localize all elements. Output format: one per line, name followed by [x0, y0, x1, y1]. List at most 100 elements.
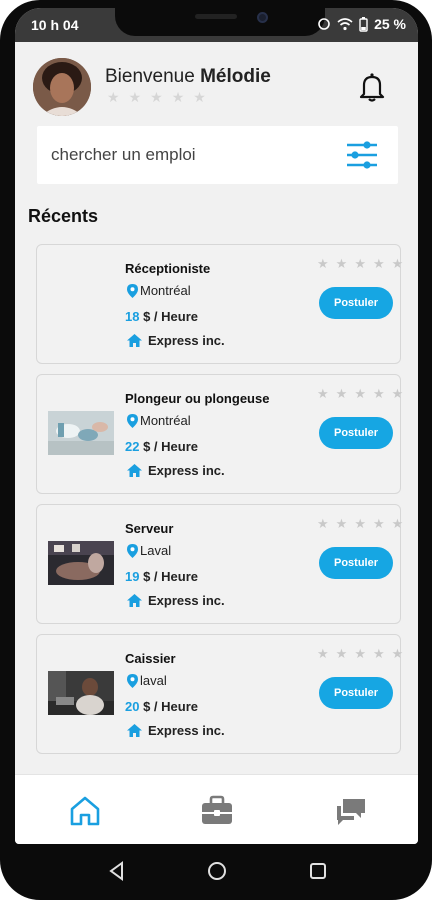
- job-title: Plongeur ou plongeuse: [125, 391, 270, 406]
- job-card[interactable]: Serveur Laval 19 $ / Heure Express inc. …: [36, 504, 403, 624]
- job-title: Serveur: [125, 521, 174, 536]
- company-name: Express inc.: [148, 463, 225, 478]
- pay-unit: $ / Heure: [143, 569, 199, 584]
- job-card[interactable]: Réceptioniste Montréal 18 $ / Heure Expr…: [36, 244, 403, 364]
- star-icon: ★: [335, 386, 348, 401]
- star-icon: ★: [107, 89, 120, 105]
- star-icon: ★: [354, 646, 366, 661]
- job-title: Caissier: [125, 651, 176, 666]
- star-icon: ★: [391, 646, 404, 661]
- job-company: Express inc.: [127, 723, 225, 738]
- star-icon: ★: [150, 89, 163, 105]
- system-nav-bar: [0, 846, 432, 896]
- star-icon: ★: [317, 256, 329, 271]
- star-icon: ★: [354, 256, 366, 271]
- home-icon: [127, 334, 142, 347]
- star-icon: ★: [193, 89, 206, 105]
- location-pin-icon: [127, 673, 138, 688]
- wifi-icon: [337, 18, 353, 31]
- job-pay: 22 $ / Heure: [125, 439, 198, 454]
- job-location-text: Montréal: [140, 413, 191, 428]
- job-title: Réceptioniste: [125, 261, 211, 276]
- job-company: Express inc.: [127, 593, 225, 608]
- apply-button[interactable]: Postuler: [319, 417, 393, 449]
- pay-unit: $ / Heure: [143, 699, 199, 714]
- pay-unit: $ / Heure: [143, 439, 199, 454]
- pay-amount: 19: [125, 569, 140, 584]
- apply-button[interactable]: Postuler: [319, 547, 393, 579]
- star-icon: ★: [372, 646, 385, 661]
- recent-section-title: Récents: [28, 206, 99, 226]
- avatar[interactable]: [33, 58, 91, 116]
- greeting-text: Bienvenue: [105, 66, 195, 87]
- filter-icon[interactable]: [345, 139, 379, 171]
- star-icon: ★: [335, 256, 348, 271]
- location-pin-icon: [127, 543, 138, 558]
- job-location: Laval: [127, 543, 171, 558]
- star-icon: ★: [354, 386, 366, 401]
- apply-button[interactable]: Postuler: [319, 677, 393, 709]
- pay-amount: 20: [125, 699, 140, 714]
- chat-icon[interactable]: [333, 793, 369, 829]
- home-button-icon[interactable]: [206, 860, 228, 882]
- job-card[interactable]: Caissier laval 20 $ / Heure Express inc.…: [36, 634, 403, 754]
- star-icon: ★: [317, 516, 329, 531]
- company-name: Express inc.: [148, 333, 225, 348]
- job-rating: ★ ★ ★ ★ ★: [317, 257, 403, 271]
- company-name: Express inc.: [148, 723, 225, 738]
- pay-amount: 22: [125, 439, 140, 454]
- star-icon: ★: [317, 646, 329, 661]
- app-screen: 10 h 04 25 % Bienvenue Mélodie ★ ★ ★ ★ ★…: [15, 8, 418, 844]
- status-time: 10 h 04: [31, 17, 79, 33]
- speaker-grille: [195, 14, 237, 19]
- job-location-text: laval: [140, 673, 167, 688]
- user-name: Mélodie: [200, 66, 271, 87]
- job-pay: 19 $ / Heure: [125, 569, 198, 584]
- star-icon: ★: [372, 256, 385, 271]
- home-icon: [127, 594, 142, 607]
- camera-notch: [115, 8, 325, 36]
- star-icon: ★: [391, 256, 404, 271]
- phone-frame: 10 h 04 25 % Bienvenue Mélodie ★ ★ ★ ★ ★…: [0, 0, 432, 900]
- job-location-text: Montréal: [140, 283, 191, 298]
- greeting: Bienvenue Mélodie: [105, 66, 271, 88]
- location-pin-icon: [127, 283, 138, 298]
- job-location-text: Laval: [140, 543, 172, 558]
- briefcase-icon[interactable]: [199, 793, 235, 829]
- job-rating: ★ ★ ★ ★ ★: [317, 647, 403, 661]
- search-bar: [37, 126, 398, 184]
- bell-icon[interactable]: [355, 70, 389, 104]
- job-pay: 20 $ / Heure: [125, 699, 198, 714]
- job-location: Montréal: [127, 413, 191, 428]
- home-icon: [127, 464, 142, 477]
- star-icon: ★: [372, 386, 385, 401]
- front-camera: [257, 12, 268, 23]
- job-rating: ★ ★ ★ ★ ★: [317, 387, 403, 401]
- star-icon: ★: [372, 516, 385, 531]
- back-icon[interactable]: [106, 860, 128, 882]
- star-icon: ★: [128, 89, 142, 105]
- job-thumbnail: [48, 541, 114, 585]
- battery-level: 25 %: [374, 16, 406, 32]
- apply-button[interactable]: Postuler: [319, 287, 393, 319]
- battery-icon: [359, 16, 368, 32]
- alarm-icon: [318, 18, 330, 30]
- job-pay: 18 $ / Heure: [125, 309, 198, 324]
- search-input[interactable]: [51, 142, 331, 168]
- company-name: Express inc.: [148, 593, 225, 608]
- job-company: Express inc.: [127, 463, 225, 478]
- star-icon: ★: [354, 516, 366, 531]
- location-pin-icon: [127, 413, 138, 428]
- recents-icon[interactable]: [307, 860, 329, 882]
- job-thumbnail: [48, 671, 114, 715]
- job-location: laval: [127, 673, 167, 688]
- bottom-nav: [15, 774, 418, 844]
- pay-amount: 18: [125, 309, 140, 324]
- job-rating: ★ ★ ★ ★ ★: [317, 517, 403, 531]
- star-icon: ★: [171, 89, 185, 105]
- home-icon[interactable]: [67, 793, 103, 829]
- job-card[interactable]: Plongeur ou plongeuse Montréal 22 $ / He…: [36, 374, 403, 494]
- job-thumbnail: [48, 411, 114, 455]
- job-company: Express inc.: [127, 333, 225, 348]
- star-icon: ★: [335, 646, 348, 661]
